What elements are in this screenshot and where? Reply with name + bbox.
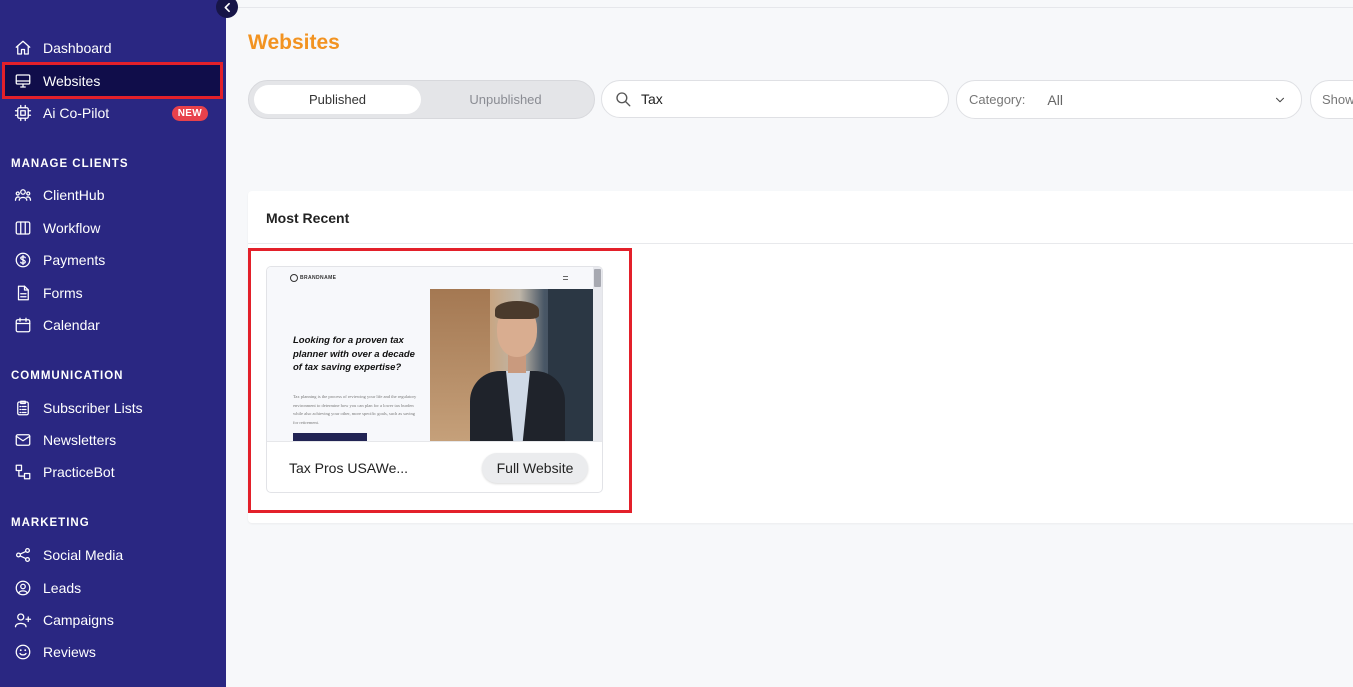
nav-workflow[interactable]: Workflow — [0, 212, 226, 244]
home-icon — [14, 39, 32, 57]
category-label: Category: — [969, 92, 1026, 107]
hamburger-menu-icon — [563, 276, 568, 280]
website-card[interactable]: BRANDNAME Looking for a proven tax plann… — [266, 266, 603, 493]
category-value: All — [1047, 91, 1063, 108]
nav-payments[interactable]: Payments — [0, 244, 226, 276]
sidebar: Dashboard Websites Ai Co-Pilot NEW MANAG… — [0, 0, 226, 687]
nav-label: Newsletters — [43, 432, 117, 448]
nav-social-media[interactable]: Social Media — [0, 539, 226, 571]
nav-campaigns[interactable]: Campaigns — [0, 604, 226, 636]
search-box — [601, 80, 949, 118]
preview-cta-button — [293, 433, 367, 441]
chip-icon — [14, 104, 32, 122]
new-badge: NEW — [171, 105, 208, 121]
nav-label: Ai Co-Pilot — [43, 105, 110, 121]
user-circle-icon — [14, 579, 32, 597]
full-website-button[interactable]: Full Website — [482, 453, 588, 483]
section-title-marketing: MARKETING — [11, 517, 90, 529]
panel-title: Most Recent — [266, 210, 350, 226]
preview-logo-text: BRANDNAME — [300, 275, 337, 281]
nav-label: Calendar — [43, 317, 100, 333]
logo-mark-icon — [290, 274, 298, 282]
category-select[interactable]: Category: All — [956, 80, 1302, 119]
nav-calendar[interactable]: Calendar — [0, 309, 226, 341]
nav-label: Workflow — [43, 220, 101, 236]
users-icon — [14, 186, 32, 204]
publish-status-toggle: Published Unpublished — [248, 80, 595, 119]
nav-reviews[interactable]: Reviews — [0, 636, 226, 668]
monitor-icon — [14, 72, 32, 90]
sidebar-collapse-button[interactable] — [216, 0, 238, 18]
flow-icon — [14, 463, 32, 481]
mail-icon — [14, 431, 32, 449]
nav-subscriber-lists[interactable]: Subscriber Lists — [0, 392, 226, 424]
chevron-down-icon — [1273, 93, 1287, 107]
nav-label: Websites — [43, 72, 101, 89]
nav-newsletters[interactable]: Newsletters — [0, 424, 226, 456]
clipboard-list-icon — [14, 399, 32, 417]
nav-label: Leads — [43, 580, 82, 596]
nav-leads[interactable]: Leads — [0, 572, 226, 604]
columns-icon — [14, 219, 32, 237]
toggle-published[interactable]: Published — [254, 85, 421, 114]
nav-dashboard[interactable]: Dashboard — [0, 32, 226, 64]
card-footer: Tax Pros USAWe... Full Website — [267, 441, 602, 492]
show-select[interactable]: Show — [1310, 80, 1353, 119]
nav-ai-copilot[interactable]: Ai Co-Pilot NEW — [0, 97, 226, 129]
nav-label: Payments — [43, 252, 106, 268]
nav-label: Forms — [43, 285, 83, 301]
chevron-left-icon — [224, 2, 230, 12]
top-divider — [226, 7, 1353, 8]
nav-label: Social Media — [43, 547, 124, 563]
section-title-communication: COMMUNICATION — [11, 370, 124, 382]
document-icon — [14, 284, 32, 302]
search-icon — [616, 92, 631, 107]
preview-logo: BRANDNAME — [290, 274, 336, 282]
nav-forms[interactable]: Forms — [0, 277, 226, 309]
smile-icon — [14, 643, 32, 661]
nav-label: Reviews — [43, 644, 96, 660]
preview-headline: Looking for a proven tax planner with ov… — [293, 335, 415, 373]
website-preview-thumbnail[interactable]: BRANDNAME Looking for a proven tax plann… — [267, 267, 602, 441]
nav-label: Campaigns — [43, 612, 114, 628]
nav-practicebot[interactable]: PracticeBot — [0, 456, 226, 488]
panel-divider — [248, 243, 1353, 244]
nav-clienthub[interactable]: ClientHub — [0, 179, 226, 211]
section-title-manage-clients: MANAGE CLIENTS — [11, 158, 129, 170]
page-title: Websites — [248, 31, 340, 54]
nav-label: Subscriber Lists — [43, 400, 143, 416]
website-name: Tax Pros USAWe... — [289, 460, 409, 476]
calendar-icon — [14, 316, 32, 334]
nav-label: ClientHub — [43, 187, 105, 203]
share-icon — [14, 546, 32, 564]
nav-websites[interactable]: Websites — [2, 62, 223, 99]
toggle-unpublished[interactable]: Unpublished — [422, 85, 589, 114]
nav-label: PracticeBot — [43, 464, 115, 480]
preview-body-text: Tax planning is the process of reviewing… — [293, 394, 417, 425]
user-plus-icon — [14, 611, 32, 629]
preview-photo — [430, 289, 593, 441]
search-input[interactable] — [641, 91, 931, 107]
preview-scrollbar[interactable] — [593, 267, 602, 441]
dollar-circle-icon — [14, 251, 32, 269]
nav-label: Dashboard — [43, 40, 112, 56]
